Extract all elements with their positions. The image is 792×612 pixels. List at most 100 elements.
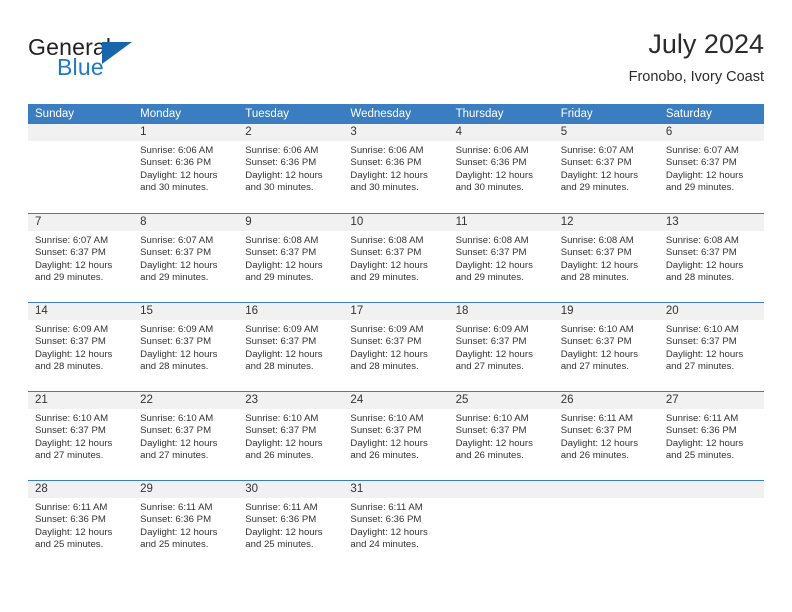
calendar-day-cell[interactable]: 12 Sunrise: 6:08 AM Sunset: 6:37 PM Dayligh…: [553, 214, 659, 302]
calendar-day-cell[interactable]: 23 Sunrise: 6:10 AM Sunset: 6:37 PM Dayligh…: [238, 392, 344, 480]
daylight-text-line1: Daylight: 12 hours: [140, 169, 218, 181]
day-number: 10: [343, 214, 449, 231]
day-details: Sunrise: 6:09 AM Sunset: 6:37 PM Daylight:…: [343, 320, 448, 374]
day-details: Sunrise: 6:11 AM Sunset: 6:36 PM Daylight:…: [343, 498, 448, 552]
sunset-text: Sunset: 6:37 PM: [560, 336, 632, 348]
sunset-text: Sunset: 6:37 PM: [140, 425, 212, 437]
calendar-day-cell[interactable]: 17 Sunrise: 6:09 AM Sunset: 6:37 PM Dayligh…: [343, 303, 449, 391]
daylight-text-line2: and 29 minutes.: [560, 182, 629, 194]
sunset-text: Sunset: 6:37 PM: [350, 425, 422, 437]
calendar-day-cell-empty: [553, 481, 659, 569]
calendar-day-cell[interactable]: 2 Sunrise: 6:06 AM Sunset: 6:36 PM Daylight…: [238, 124, 344, 213]
day-number: 12: [553, 214, 659, 231]
sunrise-text: Sunrise: 6:09 AM: [140, 324, 214, 335]
sunrise-text: Sunrise: 6:08 AM: [665, 235, 739, 246]
daylight-text-line1: Daylight: 12 hours: [665, 437, 744, 449]
sunrise-text: Sunrise: 6:11 AM: [35, 502, 108, 513]
day-number: 18: [448, 303, 554, 320]
sunrise-text: Sunrise: 6:11 AM: [140, 502, 213, 513]
day-number: 31: [343, 481, 449, 498]
daylight-text-line1: Daylight: 12 hours: [140, 348, 218, 360]
calendar-day-cell[interactable]: 22 Sunrise: 6:10 AM Sunset: 6:37 PM Dayligh…: [133, 392, 239, 480]
calendar-day-cell[interactable]: 5 Sunrise: 6:07 AM Sunset: 6:37 PM Daylight…: [553, 124, 659, 213]
sunset-text: Sunset: 6:37 PM: [140, 247, 212, 259]
calendar-day-cell[interactable]: 24 Sunrise: 6:10 AM Sunset: 6:37 PM Dayligh…: [343, 392, 449, 480]
day-details: Sunrise: 6:06 AM Sunset: 6:36 PM Daylight:…: [238, 141, 343, 195]
daylight-text-line1: Daylight: 12 hours: [455, 259, 533, 271]
daylight-text-line1: Daylight: 12 hours: [140, 259, 218, 271]
sunset-text: Sunset: 6:37 PM: [665, 247, 737, 259]
sunrise-text: Sunrise: 6:06 AM: [350, 145, 424, 156]
calendar-day-cell[interactable]: 20 Sunrise: 6:10 AM Sunset: 6:37 PM Dayligh…: [658, 303, 764, 391]
day-number: 5: [553, 124, 659, 141]
calendar-day-cell[interactable]: 1 Sunrise: 6:06 AM Sunset: 6:36 PM Daylight…: [133, 124, 239, 213]
calendar-day-cell[interactable]: 25 Sunrise: 6:10 AM Sunset: 6:37 PM Dayligh…: [448, 392, 554, 480]
calendar-day-cell[interactable]: 16 Sunrise: 6:09 AM Sunset: 6:37 PM Dayligh…: [238, 303, 344, 391]
day-number: 7: [28, 214, 134, 231]
calendar-day-cell[interactable]: 21 Sunrise: 6:10 AM Sunset: 6:37 PM Dayligh…: [28, 392, 134, 480]
day-details: Sunrise: 6:09 AM Sunset: 6:37 PM Daylight:…: [449, 320, 554, 374]
calendar-day-cell[interactable]: 28 Sunrise: 6:11 AM Sunset: 6:36 PM Dayligh…: [28, 481, 134, 569]
sunrise-text: Sunrise: 6:06 AM: [455, 145, 529, 156]
daylight-text-line1: Daylight: 12 hours: [455, 169, 533, 181]
daylight-text-line2: and 29 minutes.: [245, 272, 314, 284]
daylight-text-line1: Daylight: 12 hours: [245, 169, 323, 181]
daylight-text-line2: and 29 minutes.: [455, 272, 524, 284]
day-number: 21: [28, 392, 134, 409]
calendar-day-cell[interactable]: 26 Sunrise: 6:11 AM Sunset: 6:37 PM Dayligh…: [553, 392, 659, 480]
sunrise-text: Sunrise: 6:07 AM: [560, 145, 634, 156]
weekday-header-monday: Monday: [140, 108, 182, 120]
day-details: Sunrise: 6:09 AM Sunset: 6:37 PM Daylight:…: [133, 320, 238, 374]
calendar-day-cell[interactable]: 13 Sunrise: 6:08 AM Sunset: 6:37 PM Dayligh…: [658, 214, 764, 302]
calendar-day-cell[interactable]: 30 Sunrise: 6:11 AM Sunset: 6:36 PM Dayligh…: [238, 481, 344, 569]
calendar-day-cell[interactable]: 10 Sunrise: 6:08 AM Sunset: 6:37 PM Dayligh…: [343, 214, 449, 302]
day-details: Sunrise: 6:06 AM Sunset: 6:36 PM Daylight:…: [449, 141, 554, 195]
weekday-header-tuesday: Tuesday: [245, 108, 289, 120]
day-details: Sunrise: 6:10 AM Sunset: 6:37 PM Daylight:…: [238, 409, 343, 463]
sunset-text: Sunset: 6:36 PM: [140, 514, 212, 526]
daylight-text-line2: and 25 minutes.: [245, 539, 314, 551]
daylight-text-line2: and 28 minutes.: [140, 361, 209, 373]
calendar-day-cell[interactable]: 31 Sunrise: 6:11 AM Sunset: 6:36 PM Dayligh…: [343, 481, 449, 569]
calendar-day-cell[interactable]: 29 Sunrise: 6:11 AM Sunset: 6:36 PM Dayligh…: [133, 481, 239, 569]
sunrise-text: Sunrise: 6:07 AM: [140, 235, 214, 246]
day-details: Sunrise: 6:10 AM Sunset: 6:37 PM Daylight:…: [133, 409, 238, 463]
calendar-day-cell[interactable]: 15 Sunrise: 6:09 AM Sunset: 6:37 PM Dayligh…: [133, 303, 239, 391]
brand-logo[interactable]: General Blue: [28, 34, 208, 90]
daylight-text-line2: and 26 minutes.: [560, 450, 629, 462]
calendar-day-cell[interactable]: 18 Sunrise: 6:09 AM Sunset: 6:37 PM Dayligh…: [448, 303, 554, 391]
sunset-text: Sunset: 6:36 PM: [35, 514, 106, 526]
calendar-day-cell[interactable]: 6 Sunrise: 6:07 AM Sunset: 6:37 PM Daylight…: [658, 124, 764, 213]
calendar-day-cell[interactable]: 4 Sunrise: 6:06 AM Sunset: 6:36 PM Daylight…: [448, 124, 554, 213]
day-number: 3: [343, 124, 449, 141]
sunrise-text: Sunrise: 6:07 AM: [35, 235, 109, 246]
daylight-text-line1: Daylight: 12 hours: [665, 348, 744, 360]
calendar-day-cell[interactable]: 7 Sunrise: 6:07 AM Sunset: 6:37 PM Daylight…: [28, 214, 134, 302]
daylight-text-line2: and 30 minutes.: [455, 182, 524, 194]
day-number: [658, 481, 764, 498]
daylight-text-line1: Daylight: 12 hours: [560, 169, 639, 181]
day-number: 9: [238, 214, 344, 231]
daylight-text-line2: and 27 minutes.: [35, 450, 104, 462]
calendar-day-cell[interactable]: 19 Sunrise: 6:10 AM Sunset: 6:37 PM Dayligh…: [553, 303, 659, 391]
calendar-week-row: 28 Sunrise: 6:11 AM Sunset: 6:36 PM Dayligh…: [28, 480, 764, 569]
daylight-text-line1: Daylight: 12 hours: [245, 526, 323, 538]
sunset-text: Sunset: 6:37 PM: [245, 425, 317, 437]
brand-name-blue: Blue: [57, 54, 104, 80]
daylight-text-line1: Daylight: 12 hours: [35, 437, 113, 449]
calendar-day-cell-empty: [448, 481, 554, 569]
triangle-flag-icon: [102, 42, 132, 64]
day-details: Sunrise: 6:10 AM Sunset: 6:37 PM Daylight:…: [343, 409, 448, 463]
day-details: Sunrise: 6:09 AM Sunset: 6:37 PM Daylight:…: [238, 320, 343, 374]
daylight-text-line2: and 24 minutes.: [350, 539, 419, 551]
daylight-text-line2: and 30 minutes.: [350, 182, 419, 194]
sunrise-text: Sunrise: 6:08 AM: [455, 235, 529, 246]
calendar-day-cell[interactable]: 8 Sunrise: 6:07 AM Sunset: 6:37 PM Daylight…: [133, 214, 239, 302]
calendar-day-cell[interactable]: 9 Sunrise: 6:08 AM Sunset: 6:37 PM Daylight…: [238, 214, 344, 302]
calendar-day-cell[interactable]: 14 Sunrise: 6:09 AM Sunset: 6:37 PM Dayligh…: [28, 303, 134, 391]
calendar-day-cell[interactable]: 27 Sunrise: 6:11 AM Sunset: 6:36 PM Dayligh…: [658, 392, 764, 480]
weekday-header-wednesday: Wednesday: [350, 108, 411, 120]
calendar-day-cell[interactable]: 11 Sunrise: 6:08 AM Sunset: 6:37 PM Dayligh…: [448, 214, 554, 302]
sunset-text: Sunset: 6:37 PM: [350, 247, 422, 259]
calendar-day-cell[interactable]: 3 Sunrise: 6:06 AM Sunset: 6:36 PM Daylight…: [343, 124, 449, 213]
